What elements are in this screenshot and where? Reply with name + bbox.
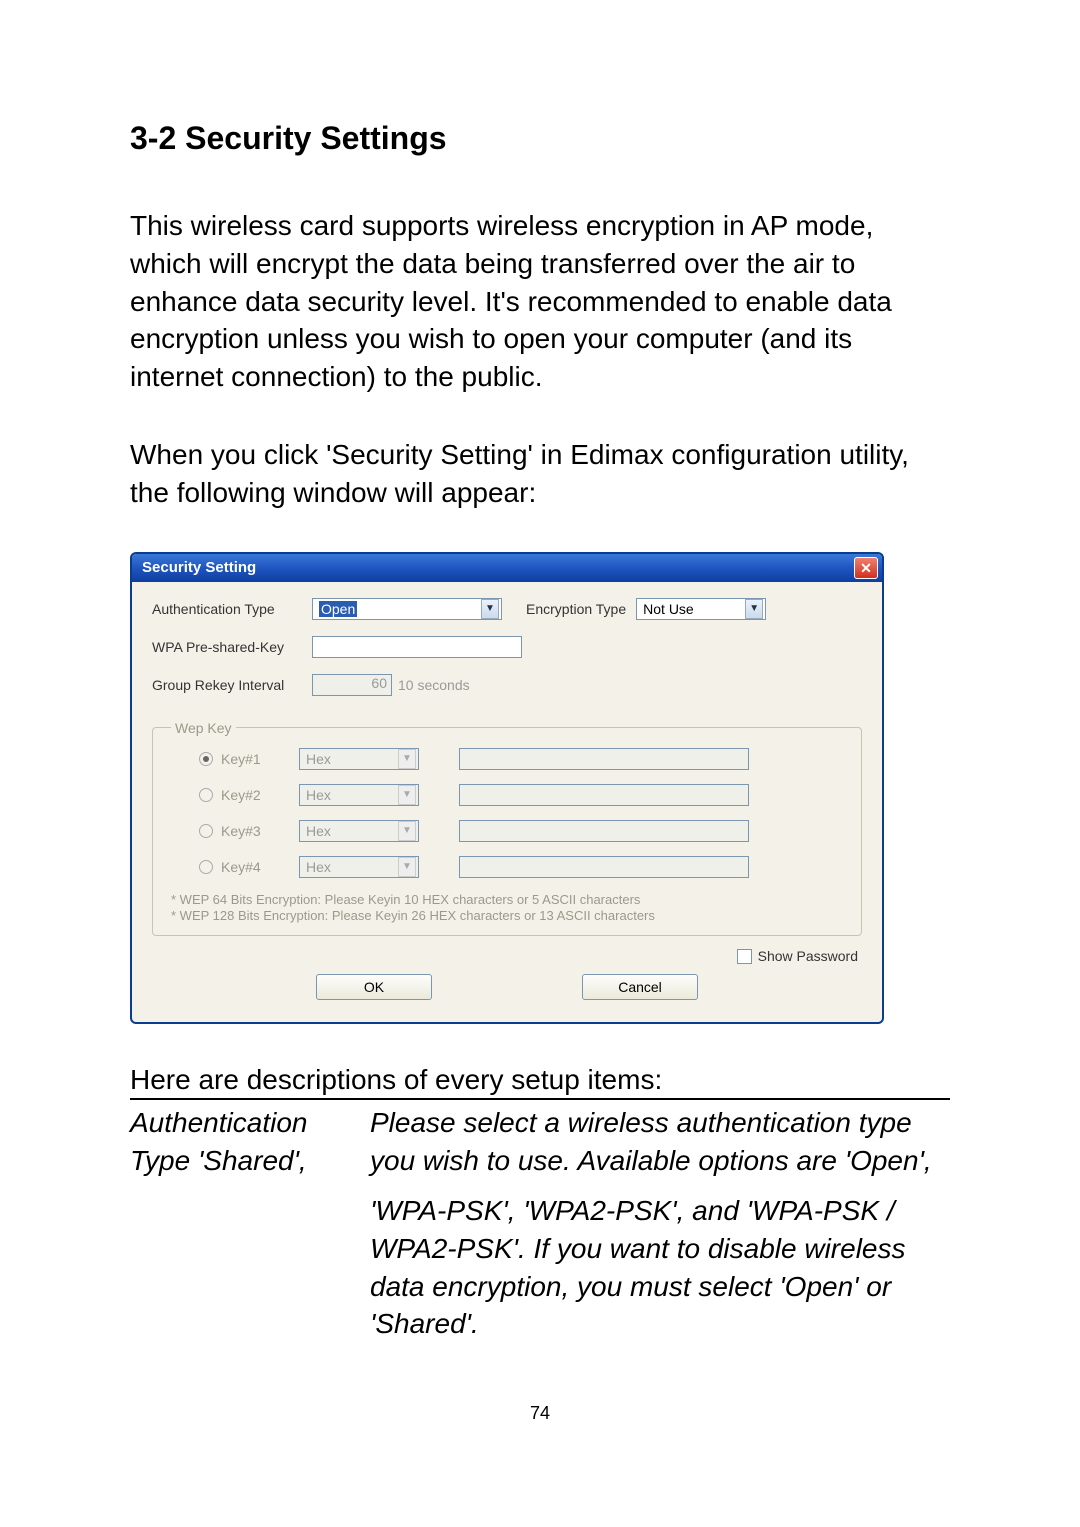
- dialog-title: Security Setting: [142, 559, 256, 576]
- encryption-type-label: Encryption Type: [526, 601, 626, 617]
- show-password-label: Show Password: [758, 948, 858, 964]
- wep-note-2: * WEP 128 Bits Encryption: Please Keyin …: [171, 908, 843, 925]
- description-table: Authentication Type 'Shared', Please sel…: [130, 1098, 950, 1343]
- chevron-down-icon[interactable]: ▼: [398, 749, 416, 769]
- wep-key-row: Key#4 Hex ▼: [171, 856, 843, 878]
- wep-key-row: Key#1 Hex ▼: [171, 748, 843, 770]
- chevron-down-icon[interactable]: ▼: [481, 599, 499, 619]
- section-heading: 3-2 Security Settings: [130, 120, 950, 157]
- cancel-button[interactable]: Cancel: [582, 974, 698, 1000]
- wep-key1-label: Key#1: [221, 751, 281, 767]
- psk-label: WPA Pre-shared-Key: [152, 639, 312, 655]
- wep-key1-input[interactable]: [459, 748, 749, 770]
- wep-key4-radio[interactable]: [199, 860, 213, 874]
- dialog-titlebar[interactable]: Security Setting ✕: [132, 554, 882, 582]
- wep-note-1: * WEP 64 Bits Encryption: Please Keyin 1…: [171, 892, 843, 909]
- desc-item-text-1: Please select a wireless authentication …: [370, 1104, 950, 1180]
- wep-key1-format-value: Hex: [306, 751, 331, 767]
- wep-key3-format-select[interactable]: Hex ▼: [299, 820, 419, 842]
- wep-key2-format-select[interactable]: Hex ▼: [299, 784, 419, 806]
- encryption-type-value: Not Use: [643, 601, 694, 617]
- rekey-unit-label: 10 seconds: [398, 677, 470, 693]
- wep-key-row: Key#2 Hex ▼: [171, 784, 843, 806]
- wep-key4-label: Key#4: [221, 859, 281, 875]
- ok-button[interactable]: OK: [316, 974, 432, 1000]
- intro-paragraph-2: When you click 'Security Setting' in Edi…: [130, 436, 950, 512]
- chevron-down-icon[interactable]: ▼: [398, 785, 416, 805]
- wep-key3-format-value: Hex: [306, 823, 331, 839]
- wep-key4-input[interactable]: [459, 856, 749, 878]
- wep-key-row: Key#3 Hex ▼: [171, 820, 843, 842]
- rekey-label: Group Rekey Interval: [152, 677, 312, 693]
- auth-type-value: Open: [319, 601, 357, 617]
- wep-key3-radio[interactable]: [199, 824, 213, 838]
- auth-type-label: Authentication Type: [152, 601, 312, 617]
- auth-type-select[interactable]: Open ▼: [312, 598, 502, 620]
- chevron-down-icon[interactable]: ▼: [745, 599, 763, 619]
- close-icon[interactable]: ✕: [854, 557, 878, 579]
- psk-input[interactable]: [312, 636, 522, 658]
- wep-key3-input[interactable]: [459, 820, 749, 842]
- wep-key2-format-value: Hex: [306, 787, 331, 803]
- wep-key2-radio[interactable]: [199, 788, 213, 802]
- wep-key1-radio[interactable]: [199, 752, 213, 766]
- wep-key2-input[interactable]: [459, 784, 749, 806]
- rekey-input[interactable]: 60: [312, 674, 392, 696]
- wep-key-group: Wep Key Key#1 Hex ▼ Key#2: [152, 720, 862, 937]
- wep-key4-format-select[interactable]: Hex ▼: [299, 856, 419, 878]
- show-password-checkbox[interactable]: [737, 949, 752, 964]
- wep-key3-label: Key#3: [221, 823, 281, 839]
- page-number: 74: [130, 1403, 950, 1424]
- wep-key2-label: Key#2: [221, 787, 281, 803]
- wep-legend: Wep Key: [171, 720, 236, 736]
- encryption-type-select[interactable]: Not Use ▼: [636, 598, 766, 620]
- wep-key4-format-value: Hex: [306, 859, 331, 875]
- chevron-down-icon[interactable]: ▼: [398, 857, 416, 877]
- intro-paragraph-1: This wireless card supports wireless enc…: [130, 207, 950, 396]
- desc-item-name: Authentication Type 'Shared',: [130, 1104, 370, 1180]
- wep-key1-format-select[interactable]: Hex ▼: [299, 748, 419, 770]
- security-setting-dialog: Security Setting ✕ Authentication Type O…: [130, 552, 884, 1025]
- chevron-down-icon[interactable]: ▼: [398, 821, 416, 841]
- desc-item-text-2: 'WPA-PSK', 'WPA2-PSK', and 'WPA-PSK / WP…: [370, 1192, 950, 1343]
- table-intro: Here are descriptions of every setup ite…: [130, 1064, 950, 1096]
